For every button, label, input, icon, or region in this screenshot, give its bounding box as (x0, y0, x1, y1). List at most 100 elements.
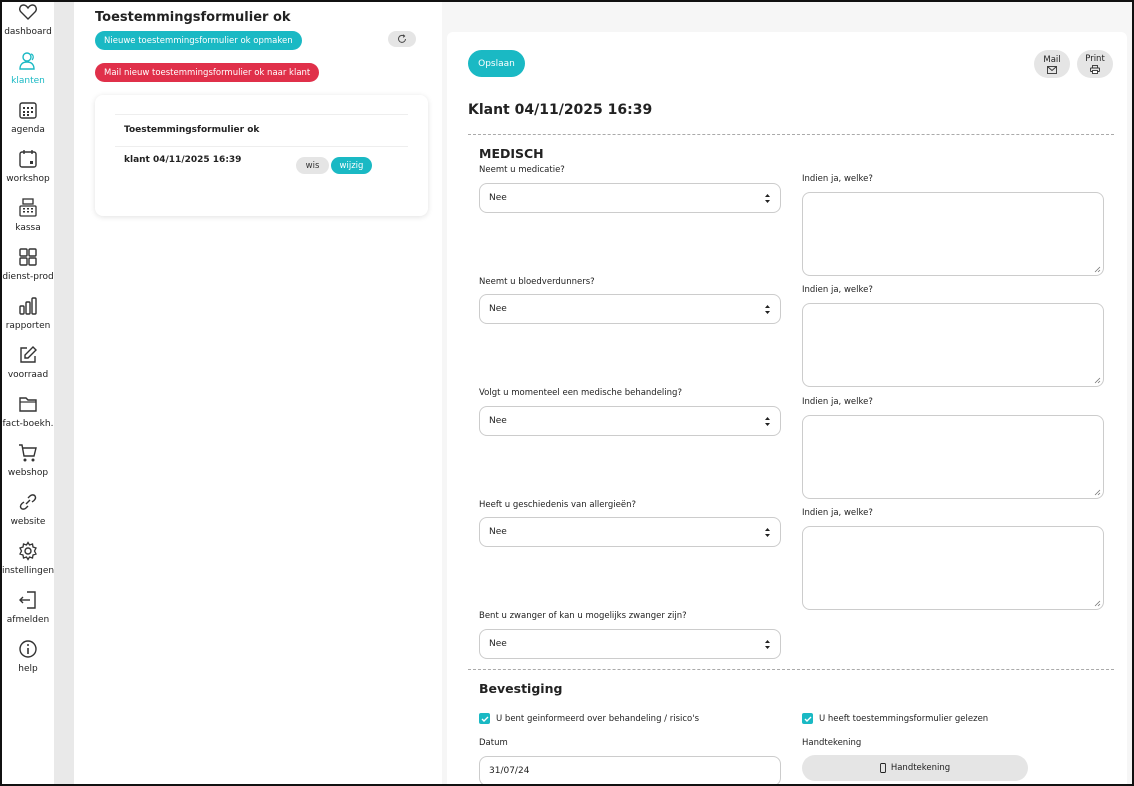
sidebar-item-label: afmelden (6, 615, 50, 625)
info-icon (19, 640, 37, 658)
question-select[interactable]: Nee (479, 183, 781, 213)
logout-icon (19, 591, 36, 609)
save-button[interactable]: Opslaan (468, 50, 525, 77)
details-textarea[interactable] (802, 526, 1104, 610)
sidebar-item-label: help (18, 664, 38, 674)
phone-icon (879, 763, 886, 773)
refresh-button[interactable] (388, 31, 416, 47)
mail-button[interactable]: Mail (1034, 50, 1070, 78)
select-arrows-icon (765, 194, 770, 203)
details-label: Indien ja, welke? (802, 397, 873, 407)
question-select[interactable]: Nee (479, 629, 781, 659)
select-value: Nee (489, 527, 507, 537)
select-value: Nee (489, 639, 507, 649)
date-input[interactable]: 31/07/24 (479, 756, 781, 784)
mail-form-button[interactable]: Mail nieuw toestemmingsformulier ok naar… (95, 63, 320, 82)
sidebar-item-kassa[interactable]: kassa (2, 198, 54, 247)
print-button-label: Print (1085, 54, 1105, 64)
sidebar-item-dienst-prod[interactable]: dienst-prod (2, 247, 54, 296)
card-heading: Toestemmingsformulier ok (124, 125, 260, 135)
sidebar-item-website[interactable]: website (2, 492, 54, 541)
grid-icon (19, 248, 37, 266)
checkbox-checked[interactable] (802, 713, 813, 724)
question-label: Volgt u momenteel een medische behandeli… (479, 388, 682, 398)
sidebar-item-voorraad[interactable]: voorraad (2, 345, 54, 394)
sidebar-item-label: klanten (11, 76, 45, 86)
select-value: Nee (489, 416, 507, 426)
cart-icon (19, 444, 37, 462)
divider (115, 146, 408, 147)
sidebar-item-agenda[interactable]: agenda (2, 100, 54, 149)
question-label: Neemt u bloedverdunners? (479, 277, 595, 287)
read-checkbox-row[interactable]: U heeft toestemmingsformulier gelezen (802, 713, 988, 724)
question-label: Neemt u medicatie? (479, 165, 565, 175)
signature-label: Handtekening (802, 738, 862, 748)
sidebar-item-webshop[interactable]: webshop (2, 443, 54, 492)
printer-icon (1090, 65, 1100, 74)
forms-list-panel: Toestemmingsformulier ok Nieuwe toestemm… (74, 2, 442, 784)
select-arrows-icon (765, 417, 770, 426)
edit-icon (20, 346, 37, 363)
signature-button[interactable]: Handtekening (802, 755, 1028, 781)
sidebar-item-label: dienst-prod (2, 272, 54, 282)
sidebar-item-workshop[interactable]: workshop (2, 149, 54, 198)
form-editor-panel: Opslaan Mail Print Klant 04/11/2025 16:3… (447, 32, 1127, 784)
sidebar-item-klanten[interactable]: klanten (2, 51, 54, 100)
users-icon (19, 52, 35, 70)
folder-icon (19, 397, 37, 412)
check-icon (804, 716, 811, 722)
question-select[interactable]: Nee (479, 517, 781, 547)
sidebar-item-help[interactable]: help (2, 639, 54, 688)
checkbox-label: U heeft toestemmingsformulier gelezen (819, 713, 989, 724)
new-form-button[interactable]: Nieuwe toestemmingsformulier ok opmaken (95, 31, 302, 50)
gear-icon (19, 541, 37, 561)
sidebar-item-rapporten[interactable]: rapporten (2, 296, 54, 345)
details-label: Indien ja, welke? (802, 174, 873, 184)
link-icon (19, 494, 37, 510)
section-title-confirmation: Bevestiging (479, 681, 563, 696)
print-button[interactable]: Print (1077, 50, 1113, 78)
question-label: Heeft u geschiedenis van allergieën? (479, 500, 636, 510)
mail-button-label: Mail (1043, 54, 1061, 65)
check-icon (481, 716, 488, 722)
details-textarea[interactable] (802, 303, 1104, 387)
edit-button[interactable]: wijzig (331, 157, 372, 174)
sidebar-gutter (54, 2, 74, 784)
sidebar-item-label: instellingen (1, 566, 55, 576)
sidebar-item-label: voorraad (7, 370, 49, 380)
forms-card: Toestemmingsformulier ok klant 04/11/202… (95, 95, 428, 216)
sidebar: dashboard klanten agenda workshop kassa … (2, 2, 54, 784)
details-textarea[interactable] (802, 192, 1104, 276)
question-label: Bent u zwanger of kan u mogelijks zwange… (479, 611, 687, 621)
sidebar-item-dashboard[interactable]: dashboard (2, 2, 54, 51)
refresh-icon (398, 34, 406, 43)
sidebar-item-label: workshop (6, 174, 50, 184)
heart-icon (19, 4, 37, 20)
question-select[interactable]: Nee (479, 406, 781, 436)
divider (115, 114, 408, 115)
select-arrows-icon (765, 640, 770, 649)
sidebar-item-fact-boekh[interactable]: fact-boekh. (2, 394, 54, 443)
details-textarea[interactable] (802, 415, 1104, 499)
form-title: Klant 04/11/2025 16:39 (468, 102, 653, 118)
date-value: 31/07/24 (489, 766, 530, 776)
sidebar-item-label: webshop (7, 468, 49, 478)
sidebar-item-label: website (10, 517, 46, 527)
signature-button-label: Handtekening (890, 763, 951, 773)
checkbox-checked[interactable] (479, 713, 490, 724)
sidebar-item-label: rapporten (5, 321, 51, 331)
cash-register-icon (19, 198, 37, 217)
select-arrows-icon (765, 528, 770, 537)
sidebar-item-instellingen[interactable]: instellingen (2, 541, 54, 590)
delete-button[interactable]: wis (296, 157, 329, 174)
informed-checkbox-row[interactable]: U bent geinformeerd over behandeling / r… (479, 713, 699, 724)
app-window: dashboard klanten agenda workshop kassa … (0, 0, 1134, 786)
resize-grip-icon (1094, 600, 1101, 607)
sidebar-item-afmelden[interactable]: afmelden (2, 590, 54, 639)
calendar-icon (19, 102, 37, 119)
question-select[interactable]: Nee (479, 294, 781, 324)
resize-grip-icon (1094, 266, 1101, 273)
select-arrows-icon (765, 305, 770, 314)
sidebar-item-label: agenda (11, 125, 45, 135)
page-title: Toestemmingsformulier ok (95, 10, 291, 25)
